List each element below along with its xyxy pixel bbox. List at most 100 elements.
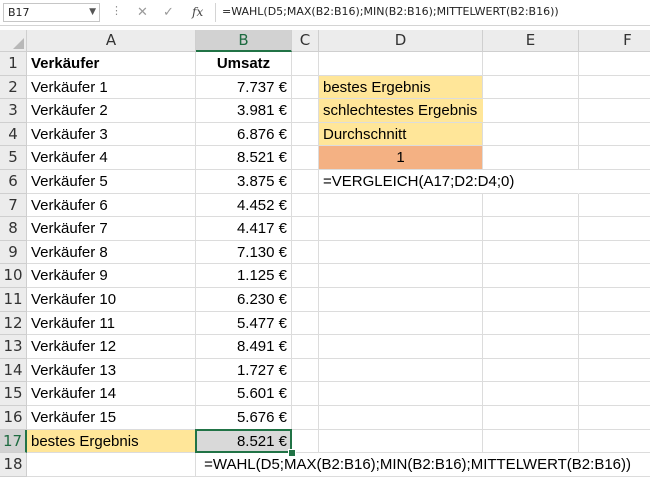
cell-a15[interactable]: Verkäufer 14 xyxy=(27,382,196,406)
row-header-7[interactable]: 7 xyxy=(0,193,27,218)
cell-b1[interactable]: Umsatz xyxy=(196,52,292,76)
cell-b7[interactable]: 4.452 € xyxy=(196,193,292,218)
column-header-f[interactable]: F xyxy=(579,30,650,52)
cell-b18[interactable]: =WAHL(D5;MAX(B2:B16);MIN(B2:B16);MITTELW… xyxy=(196,453,636,477)
cancel-icon[interactable]: ✕ xyxy=(137,4,148,21)
cell-f6[interactable] xyxy=(579,170,650,194)
row-header-16[interactable]: 16 xyxy=(0,406,27,430)
insert-function-icon[interactable]: fx xyxy=(192,4,203,21)
cell-b6[interactable]: 3.875 € xyxy=(196,170,292,194)
cell-d17[interactable] xyxy=(319,429,483,454)
cell-c15[interactable] xyxy=(292,382,319,406)
cell-d16[interactable] xyxy=(319,406,483,430)
cell-e1[interactable] xyxy=(483,52,579,76)
select-all-corner[interactable] xyxy=(0,30,27,52)
cell-a8[interactable]: Verkäufer 7 xyxy=(27,217,196,241)
cell-c10[interactable] xyxy=(292,264,319,288)
cell-f11[interactable] xyxy=(579,288,650,312)
cell-c1[interactable] xyxy=(292,52,319,76)
more-options-icon[interactable]: ⋮ xyxy=(111,4,122,17)
row-header-4[interactable]: 4 xyxy=(0,122,27,147)
cell-e13[interactable] xyxy=(483,335,579,359)
row-header-6[interactable]: 6 xyxy=(0,170,27,194)
cell-a4[interactable]: Verkäufer 3 xyxy=(27,122,196,147)
cell-f8[interactable] xyxy=(579,217,650,241)
cell-f10[interactable] xyxy=(579,264,650,288)
cell-e17[interactable] xyxy=(483,429,579,454)
cell-a16[interactable]: Verkäufer 15 xyxy=(27,406,196,430)
cell-c5[interactable] xyxy=(292,146,319,170)
cell-a10[interactable]: Verkäufer 9 xyxy=(27,264,196,288)
cell-a3[interactable]: Verkäufer 2 xyxy=(27,99,196,123)
row-header-8[interactable]: 8 xyxy=(0,217,27,241)
cell-c16[interactable] xyxy=(292,406,319,430)
cell-b4[interactable]: 6.876 € xyxy=(196,122,292,147)
cell-a12[interactable]: Verkäufer 11 xyxy=(27,311,196,336)
cell-b17[interactable]: 8.521 € xyxy=(196,429,292,454)
cell-e16[interactable] xyxy=(483,406,579,430)
row-header-17[interactable]: 17 xyxy=(0,429,27,454)
cell-c6[interactable] xyxy=(292,170,319,194)
cell-f15[interactable] xyxy=(579,382,650,406)
cell-a5[interactable]: Verkäufer 4 xyxy=(27,146,196,170)
cell-e15[interactable] xyxy=(483,382,579,406)
cell-d11[interactable] xyxy=(319,288,483,312)
cell-b15[interactable]: 5.601 € xyxy=(196,382,292,406)
name-box[interactable]: B17 ▼ xyxy=(3,3,100,22)
cell-f9[interactable] xyxy=(579,241,650,265)
cell-e8[interactable] xyxy=(483,217,579,241)
cell-a7[interactable]: Verkäufer 6 xyxy=(27,193,196,218)
row-header-18[interactable]: 18 xyxy=(0,453,27,477)
cell-f14[interactable] xyxy=(579,359,650,383)
row-header-13[interactable]: 13 xyxy=(0,335,27,359)
cell-f16[interactable] xyxy=(579,406,650,430)
cell-e14[interactable] xyxy=(483,358,579,383)
cell-a2[interactable]: Verkäufer 1 xyxy=(27,75,196,100)
fill-handle[interactable] xyxy=(288,449,296,458)
cell-c8[interactable] xyxy=(292,217,319,241)
cell-e3[interactable] xyxy=(483,99,579,123)
cell-b16[interactable]: 5.676 € xyxy=(196,406,292,430)
cell-f5[interactable] xyxy=(579,146,650,170)
cell-c9[interactable] xyxy=(292,240,319,265)
cell-d10[interactable] xyxy=(319,264,483,288)
column-header-e[interactable]: E xyxy=(483,30,579,52)
cell-e11[interactable] xyxy=(483,288,579,312)
cell-e5[interactable] xyxy=(483,146,579,170)
cell-b2[interactable]: 7.737 € xyxy=(196,75,292,100)
cell-d2[interactable]: bestes Ergebnis xyxy=(319,75,483,100)
column-header-a[interactable]: A xyxy=(27,30,196,52)
cell-e10[interactable] xyxy=(483,264,579,288)
cell-f12[interactable] xyxy=(579,312,650,336)
cell-b11[interactable]: 6.230 € xyxy=(196,288,292,312)
cell-f2[interactable] xyxy=(579,76,650,100)
cell-e9[interactable] xyxy=(483,240,579,265)
cell-c12[interactable] xyxy=(292,311,319,336)
cell-e12[interactable] xyxy=(483,311,579,336)
cell-c4[interactable] xyxy=(292,122,319,147)
cell-d9[interactable] xyxy=(319,240,483,265)
cell-b13[interactable]: 8.491 € xyxy=(196,335,292,359)
cell-a9[interactable]: Verkäufer 8 xyxy=(27,240,196,265)
formula-input[interactable]: =WAHL(D5;MAX(B2:B16);MIN(B2:B16);MITTELW… xyxy=(222,5,559,18)
cell-c17[interactable] xyxy=(292,429,319,454)
cell-e4[interactable] xyxy=(483,122,579,147)
cell-d15[interactable] xyxy=(319,382,483,406)
cell-d4[interactable]: Durchschnitt xyxy=(319,122,483,147)
cell-c7[interactable] xyxy=(292,193,319,218)
cell-a17[interactable]: bestes Ergebnis xyxy=(27,429,196,454)
cell-c2[interactable] xyxy=(292,75,319,100)
chevron-down-icon[interactable]: ▼ xyxy=(89,4,96,21)
cell-d5[interactable]: 1 xyxy=(319,146,483,170)
cell-d7[interactable] xyxy=(319,193,483,218)
cell-a1[interactable]: Verkäufer xyxy=(27,52,196,76)
cell-f7[interactable] xyxy=(579,194,650,218)
cell-b8[interactable]: 4.417 € xyxy=(196,217,292,241)
cell-b12[interactable]: 5.477 € xyxy=(196,311,292,336)
row-header-9[interactable]: 9 xyxy=(0,240,27,265)
cell-a14[interactable]: Verkäufer 13 xyxy=(27,358,196,383)
cell-b9[interactable]: 7.130 € xyxy=(196,240,292,265)
cell-c11[interactable] xyxy=(292,288,319,312)
cell-d8[interactable] xyxy=(319,217,483,241)
cell-f17[interactable] xyxy=(579,430,650,454)
